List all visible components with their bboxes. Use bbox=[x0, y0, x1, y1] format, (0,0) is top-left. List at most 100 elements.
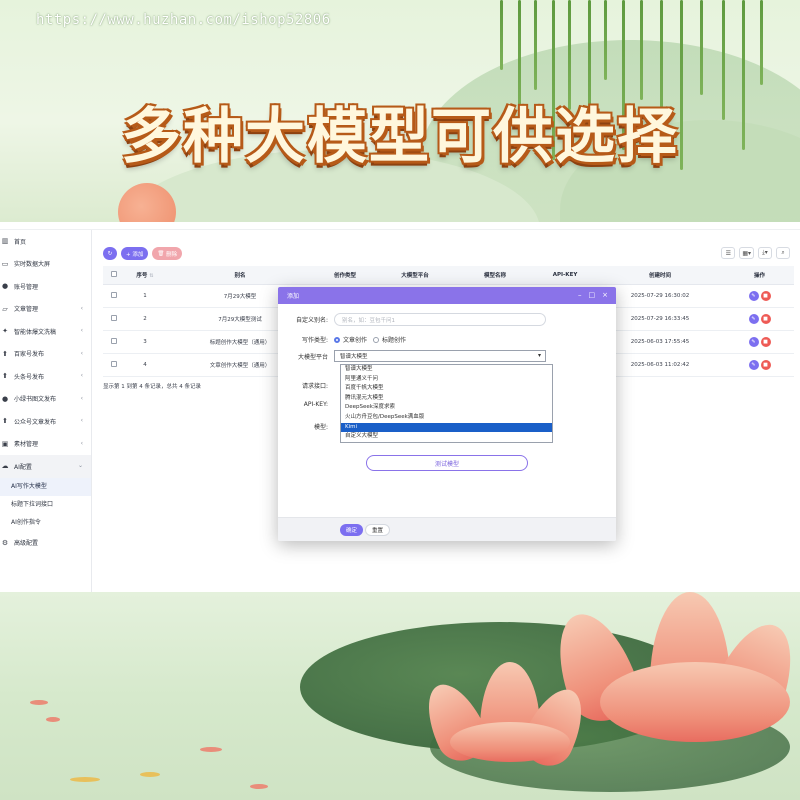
type-label: 写作类型: bbox=[301, 337, 328, 344]
sidebar-item-label: 高级配置 bbox=[14, 540, 39, 548]
sidebar-item-label: 首页 bbox=[14, 238, 27, 246]
platform-select[interactable]: 智谱大模型 ▾ bbox=[334, 350, 546, 362]
sidebar-item[interactable]: ⬆ 公众号文章发布 ‹ bbox=[0, 410, 91, 433]
platform-option[interactable]: 火山方舟豆包/DeepSeek满血版 bbox=[341, 413, 552, 423]
reset-button[interactable]: 重置 bbox=[365, 524, 391, 536]
sidebar-item[interactable]: ▥ 首页 bbox=[0, 230, 91, 253]
chevron-left-icon: ‹ bbox=[80, 327, 83, 334]
caret-down-icon: ▾ bbox=[537, 352, 541, 359]
dialog-title: 添加 bbox=[287, 293, 300, 300]
promo-banner: https://www.huzhan.com/ishop52806 多种大模型可… bbox=[0, 0, 800, 222]
col-type: 创作类型 bbox=[315, 266, 375, 285]
sidebar-item[interactable]: ⬆ 头条号发布 ‹ bbox=[0, 365, 91, 388]
vine-art bbox=[500, 0, 503, 70]
trash-icon[interactable]: ■ bbox=[760, 313, 771, 324]
sidebar-item[interactable]: ● 小绿书图文发布 ‹ bbox=[0, 388, 91, 411]
platform-option[interactable]: 百度千帆大模型 bbox=[341, 384, 552, 394]
sidebar-item-label: 公众号文章发布 bbox=[14, 418, 57, 426]
sidebar-item-label: 头条号发布 bbox=[14, 373, 45, 381]
sidebar-item-label: 小绿书图文发布 bbox=[14, 396, 57, 404]
edit-icon[interactable]: ✎ bbox=[748, 336, 759, 347]
platform-option[interactable]: DeepSeek深度求索 bbox=[341, 403, 552, 413]
cell-no: 2 bbox=[125, 307, 165, 331]
row-checkbox[interactable] bbox=[111, 360, 117, 367]
maximize-icon[interactable]: □ bbox=[589, 291, 596, 299]
user-icon: ● bbox=[1, 394, 9, 403]
cell-no: 3 bbox=[125, 330, 165, 354]
type-option-title: 标题创作 bbox=[382, 337, 407, 344]
close-icon[interactable]: × bbox=[602, 291, 608, 299]
platform-option[interactable]: 阿里通义千问 bbox=[341, 375, 552, 385]
row-checkbox[interactable] bbox=[111, 291, 117, 298]
row-checkbox[interactable] bbox=[111, 337, 117, 344]
banner-headline: 多种大模型可供选择 bbox=[121, 102, 679, 172]
vine-art bbox=[760, 0, 763, 85]
delete-button[interactable]: 🗑 删除 bbox=[152, 247, 183, 260]
col-no[interactable]: 序号 ⇅ bbox=[125, 266, 165, 285]
minimize-icon[interactable]: – bbox=[578, 291, 582, 299]
search-icon: ⌕ bbox=[781, 249, 785, 256]
platform-option[interactable]: 智谱大模型 bbox=[341, 365, 552, 375]
col-alias: 别名 bbox=[165, 266, 315, 285]
export-button[interactable]: ⤓▾ bbox=[758, 247, 772, 259]
columns-button[interactable]: ▦▾ bbox=[739, 247, 754, 259]
alias-input[interactable]: 别名，如：豆包千问1 bbox=[334, 313, 546, 326]
cell-actions: ✎ ■ bbox=[725, 353, 794, 377]
alias-label: 自定义别名: bbox=[295, 317, 328, 324]
add-button[interactable]: + 添加 bbox=[121, 247, 149, 260]
sidebar-item[interactable]: ⬆ 百家号发布 ‹ bbox=[0, 343, 91, 366]
sidebar-item[interactable]: ▣ 素材管理 ‹ bbox=[0, 433, 91, 456]
sidebar-subitem[interactable]: AI创作指令 bbox=[0, 514, 91, 532]
chevron-left-icon: ‹ bbox=[80, 372, 83, 379]
refresh-button[interactable]: ↻ bbox=[103, 247, 117, 260]
test-model-button[interactable]: 测试模型 bbox=[366, 455, 528, 471]
platform-option[interactable]: Kimi bbox=[341, 422, 552, 433]
ok-button[interactable]: 确定 bbox=[340, 524, 364, 536]
top-strip bbox=[0, 222, 800, 230]
row-select-cell[interactable] bbox=[103, 330, 125, 354]
sidebar-item-advanced[interactable]: ⚙ 高级配置 bbox=[0, 532, 91, 555]
trash-icon: 🗑 bbox=[157, 250, 165, 257]
edit-icon[interactable]: ✎ bbox=[748, 359, 759, 370]
trash-icon[interactable]: ■ bbox=[760, 336, 771, 347]
sidebar-item[interactable]: ☁ AI配置 ⌄ bbox=[0, 455, 91, 478]
apikey-label: API-KEY: bbox=[303, 401, 328, 408]
fish-art bbox=[140, 772, 160, 777]
col-platform: 大模型平台 bbox=[375, 266, 455, 285]
edit-icon[interactable]: ✎ bbox=[748, 313, 759, 324]
sidebar-item[interactable]: ▱ 文章管理 ‹ bbox=[0, 298, 91, 321]
upload-icon: ⬆ bbox=[2, 349, 8, 358]
trash-icon[interactable]: ■ bbox=[760, 290, 771, 301]
sidebar-item-label: 文章管理 bbox=[14, 306, 39, 314]
chevron-left-icon: ‹ bbox=[80, 439, 83, 447]
sidebar-subitem[interactable]: 标题下拉词接口 bbox=[0, 496, 91, 514]
row-select-cell[interactable] bbox=[103, 307, 125, 331]
row-checkbox[interactable] bbox=[111, 314, 117, 321]
edit-icon[interactable]: ✎ bbox=[748, 290, 759, 301]
row-select-cell[interactable] bbox=[103, 353, 125, 377]
sidebar-item[interactable]: ▭ 实时数据大屏 bbox=[0, 253, 91, 276]
search-button[interactable]: ⌕ bbox=[776, 247, 790, 259]
sidebar-subitem[interactable]: AI写作大模型 bbox=[0, 477, 91, 496]
platform-option[interactable]: 腾讯混元大模型 bbox=[341, 394, 552, 404]
platform-dropdown: 智谱大模型 阿里通义千问 百度千帆大模型 腾讯混元大模型 DeepSeek深度求索 火山方… bbox=[340, 364, 553, 443]
trash-icon[interactable]: ■ bbox=[760, 359, 771, 370]
sort-icon: ⇅ bbox=[149, 272, 154, 279]
row-select-cell[interactable] bbox=[103, 284, 125, 308]
cell-no: 1 bbox=[125, 284, 165, 308]
type-radio-title[interactable] bbox=[373, 336, 380, 343]
sidebar-item[interactable]: ✦ 智能体爆文洗稿 ‹ bbox=[0, 320, 91, 343]
export-icon: ⤓▾ bbox=[762, 249, 768, 256]
chevron-left-icon: ‹ bbox=[80, 304, 83, 312]
vine-art bbox=[534, 0, 537, 90]
petal-art bbox=[600, 662, 790, 742]
select-all-cell[interactable] bbox=[103, 266, 125, 285]
platform-label: 大模型平台 bbox=[297, 353, 328, 361]
type-radio-article[interactable] bbox=[334, 336, 340, 343]
platform-option[interactable]: 自定义大模型 bbox=[341, 432, 552, 442]
sidebar-item-label: 百家号发布 bbox=[14, 351, 45, 359]
monitor-icon: ▭ bbox=[1, 259, 9, 268]
list-view-button[interactable]: ☰ bbox=[721, 247, 736, 259]
select-all-checkbox[interactable] bbox=[111, 270, 117, 277]
sidebar-item[interactable]: ● 账号管理 bbox=[0, 275, 91, 298]
